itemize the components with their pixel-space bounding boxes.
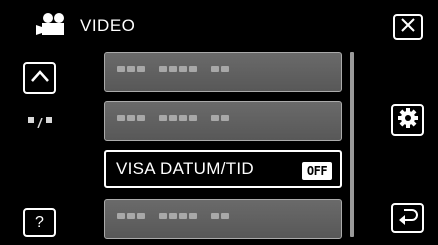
page-indicator-slash	[37, 115, 43, 129]
video-camera-icon	[34, 12, 72, 41]
menu-item-label: VISA DATUM/TID	[116, 159, 255, 178]
page-title: VIDEO	[80, 16, 136, 35]
help-button[interactable]: ?	[23, 208, 56, 237]
menu-item[interactable]	[104, 199, 342, 239]
menu-item[interactable]	[104, 52, 342, 92]
page-indicator-dot	[28, 117, 34, 123]
settings-button[interactable]	[391, 104, 424, 136]
back-button[interactable]	[391, 203, 424, 233]
scrollbar[interactable]	[350, 52, 354, 237]
scroll-up-button[interactable]	[23, 62, 56, 94]
menu-item[interactable]	[104, 101, 342, 141]
page-indicator-dot	[46, 117, 52, 123]
header: VIDEO	[34, 10, 135, 42]
chevron-up-icon	[30, 69, 50, 88]
close-icon	[401, 17, 415, 37]
page-indicator	[24, 112, 56, 129]
menu-item-date-time-display[interactable]: VISA DATUM/TID OFF	[104, 150, 342, 188]
placeholder-text	[117, 66, 229, 72]
gear-icon	[397, 107, 418, 133]
close-button[interactable]	[393, 14, 423, 40]
setting-value-badge: OFF	[302, 162, 332, 180]
help-label: ?	[35, 213, 44, 231]
placeholder-text	[117, 213, 229, 219]
placeholder-text	[117, 115, 229, 121]
return-icon	[398, 207, 418, 230]
